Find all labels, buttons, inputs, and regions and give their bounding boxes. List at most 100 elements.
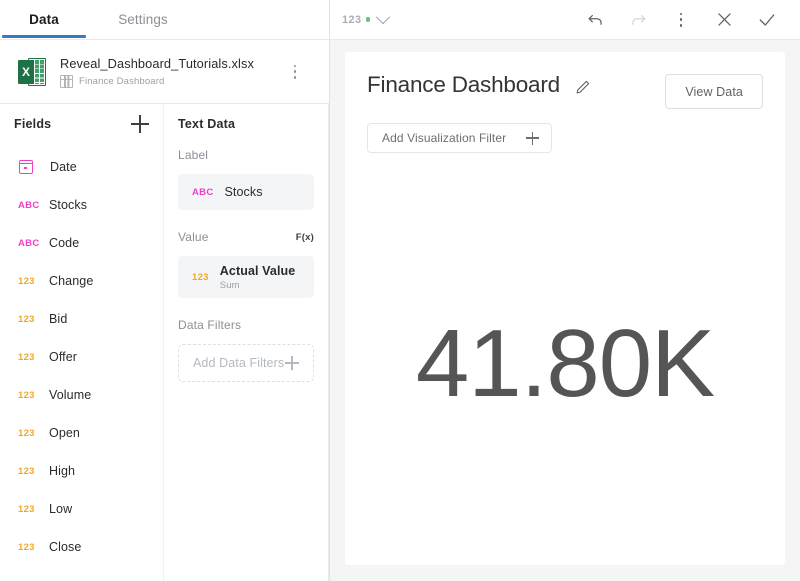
table-icon — [60, 74, 73, 88]
close-x-icon — [715, 10, 734, 29]
view-data-button[interactable]: View Data — [665, 74, 763, 109]
data-source-meta: Reveal_Dashboard_Tutorials.xlsx Finance … — [60, 56, 254, 88]
add-visualization-filter-label: Add Visualization Filter — [382, 131, 507, 145]
visualization-header: Finance Dashboard View Data — [345, 52, 785, 109]
field-label: Low — [49, 502, 73, 516]
field-item-low[interactable]: 123 Low — [0, 490, 163, 528]
add-field-icon[interactable] — [131, 115, 149, 133]
editor-tabbar: Data Settings — [0, 0, 329, 40]
field-label: Close — [49, 540, 82, 554]
label-field-name: Stocks — [224, 185, 263, 199]
fields-panel-title: Fields — [14, 117, 52, 131]
filters-section-title: Data Filters — [178, 318, 242, 332]
field-label: Change — [49, 274, 94, 288]
data-source-sheet: Finance Dashboard — [60, 74, 254, 88]
editor-columns: Fields Date ABC Stocks ABC Code 123 Chan… — [0, 104, 329, 581]
number-type-icon: 123 — [18, 427, 35, 439]
add-data-filters-label: Add Data Filters — [193, 356, 285, 370]
calendar-icon — [18, 160, 34, 174]
formula-button[interactable]: F(x) — [296, 232, 314, 243]
field-item-offer[interactable]: 123 Offer — [0, 338, 163, 376]
status-dot — [365, 17, 371, 22]
editor-pane: Data Settings X Reveal_Dashboard_Tutoria… — [0, 0, 330, 581]
label-field-chip[interactable]: ABC Stocks — [178, 174, 314, 210]
chevron-down-icon — [375, 9, 391, 24]
number-type-icon: 123 — [192, 271, 209, 283]
tab-settings[interactable]: Settings — [88, 0, 198, 40]
visualization-filter-row: Add Visualization Filter — [345, 109, 785, 153]
confirm-button[interactable] — [750, 3, 784, 37]
excel-file-icon: X — [18, 57, 46, 87]
redo-arrow-icon — [629, 10, 648, 29]
visualization-type-selector[interactable]: 123 — [342, 9, 391, 26]
data-source-row[interactable]: X Reveal_Dashboard_Tutorials.xlsx Financ… — [0, 40, 329, 104]
reveal-visualization-editor: Data Settings X Reveal_Dashboard_Tutoria… — [0, 0, 800, 581]
field-item-open[interactable]: 123 Open — [0, 414, 163, 452]
data-source-sheet-label: Finance Dashboard — [79, 75, 165, 87]
data-source-name: Reveal_Dashboard_Tutorials.xlsx — [60, 55, 254, 71]
value-field-name: Actual Value — [219, 263, 296, 278]
kpi-display-area: 41.80K — [345, 162, 785, 565]
filters-section-heading: Data Filters — [164, 314, 328, 336]
fields-list: Date ABC Stocks ABC Code 123 Change 123 … — [0, 144, 163, 566]
data-source-menu-icon[interactable] — [287, 63, 303, 81]
field-label: High — [49, 464, 76, 478]
field-label: Offer — [49, 350, 78, 364]
checkmark-icon — [757, 10, 777, 30]
visualization-type-label: 123 — [342, 13, 362, 26]
number-type-icon: 123 — [18, 351, 35, 363]
field-item-code[interactable]: ABC Code — [0, 224, 163, 262]
text-type-icon: ABC — [18, 237, 40, 249]
field-label: Volume — [49, 388, 92, 402]
pencil-icon[interactable] — [574, 78, 592, 96]
number-type-icon: 123 — [18, 503, 35, 515]
number-type-icon: 123 — [18, 541, 35, 553]
field-label: Stocks — [49, 198, 88, 212]
visualization-card: Finance Dashboard View Data Add Visualiz… — [345, 52, 785, 565]
value-field-chip[interactable]: 123 Actual Value Sum — [178, 256, 314, 298]
cancel-button[interactable] — [707, 3, 741, 37]
page-title: Finance Dashboard — [367, 72, 560, 97]
number-type-icon: 123 — [18, 313, 35, 325]
field-item-high[interactable]: 123 High — [0, 452, 163, 490]
value-section-heading: Value F(x) — [164, 226, 328, 248]
label-section-title: Label — [178, 148, 209, 162]
field-label: Bid — [49, 312, 68, 326]
text-type-icon: ABC — [192, 186, 214, 198]
label-section-heading: Label — [164, 144, 328, 166]
number-type-icon: 123 — [18, 389, 35, 401]
tab-data-label: Data — [29, 12, 59, 27]
field-item-change[interactable]: 123 Change — [0, 262, 163, 300]
kpi-value: 41.80K — [415, 309, 715, 417]
preview-pane: 123 Finance Dashboard View Data Add Visu… — [330, 0, 800, 581]
view-data-label: View Data — [685, 84, 743, 99]
field-item-close[interactable]: 123 Close — [0, 528, 163, 566]
add-data-filters-button[interactable]: Add Data Filters — [178, 344, 314, 382]
add-visualization-filter-button[interactable]: Add Visualization Filter — [367, 123, 553, 153]
field-label: Open — [49, 426, 80, 440]
field-item-date[interactable]: Date — [0, 148, 163, 186]
value-field-chip-text: Actual Value Sum — [220, 264, 296, 291]
field-label: Date — [50, 160, 77, 174]
tab-settings-label: Settings — [118, 12, 168, 27]
undo-arrow-icon — [586, 10, 605, 29]
field-item-bid[interactable]: 123 Bid — [0, 300, 163, 338]
plus-icon — [285, 356, 299, 370]
properties-panel: Text Data Label ABC Stocks Value F(x) 12… — [164, 104, 329, 581]
undo-button[interactable] — [578, 3, 612, 37]
more-options-button[interactable] — [664, 3, 698, 37]
value-field-aggregation: Sum — [219, 279, 240, 291]
field-label: Code — [49, 236, 80, 250]
field-item-stocks[interactable]: ABC Stocks — [0, 186, 163, 224]
kebab-menu-icon — [679, 12, 683, 27]
plus-icon — [526, 131, 540, 145]
tab-data[interactable]: Data — [0, 0, 88, 40]
field-item-volume[interactable]: 123 Volume — [0, 376, 163, 414]
text-type-icon: ABC — [18, 199, 40, 211]
active-tab-indicator — [2, 35, 86, 38]
number-type-icon: 123 — [18, 275, 35, 287]
value-section-title: Value — [178, 230, 209, 244]
redo-button[interactable] — [621, 3, 655, 37]
